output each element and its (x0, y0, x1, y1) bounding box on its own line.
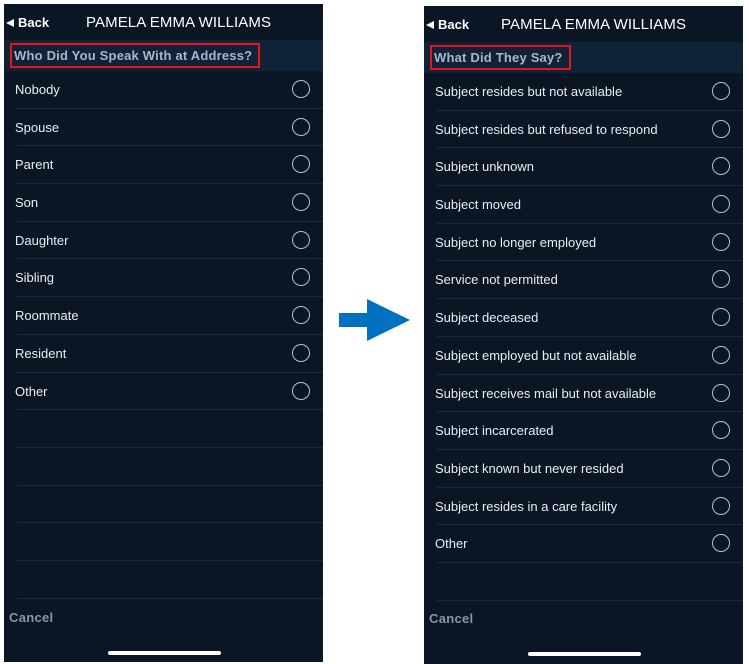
option-row[interactable]: Subject resides but refused to respond (424, 111, 743, 149)
option-row[interactable]: Subject incarcerated (424, 412, 743, 450)
page-title: PAMELA EMMA WILLIAMS (86, 14, 272, 31)
radio-button[interactable] (712, 270, 730, 289)
option-label: Subject deceased (435, 310, 539, 326)
option-row[interactable]: Nobody (4, 71, 323, 109)
options-list: Subject resides but not available Subject… (424, 73, 743, 601)
option-label: Subject receives mail but not available (435, 385, 657, 401)
option-label: Nobody (15, 82, 60, 97)
radio-button[interactable] (292, 155, 310, 174)
radio-button[interactable] (712, 458, 730, 477)
option-row[interactable]: Subject moved (424, 186, 743, 224)
option-row[interactable]: Subject no longer employed (424, 224, 743, 262)
radio-button[interactable] (712, 157, 730, 176)
radio-button[interactable] (712, 383, 730, 402)
radio-button[interactable] (292, 230, 310, 249)
option-label: Son (15, 195, 39, 211)
back-label: Back (438, 17, 470, 32)
empty-row (4, 561, 323, 599)
option-label: Daughter (15, 232, 69, 248)
option-row[interactable]: Resident (4, 335, 323, 373)
option-label: Subject moved (435, 197, 521, 213)
arrow-shape (339, 299, 410, 341)
option-row[interactable]: Subject unknown (424, 148, 743, 186)
home-indicator[interactable] (528, 652, 641, 656)
radio-button[interactable] (712, 534, 730, 553)
page-title: PAMELA EMMA WILLIAMS (501, 16, 687, 33)
option-label: Subject no longer employed (435, 234, 597, 250)
option-row[interactable]: Subject employed but not available (424, 337, 743, 375)
option-row[interactable]: Roommate (4, 297, 323, 335)
radio-button[interactable] (292, 306, 310, 325)
option-label: Parent (15, 157, 54, 173)
options-list: Nobody Spouse Parent Son Daughter Sibling Room… (4, 71, 323, 599)
back-label: Back (18, 15, 50, 30)
empty-row (4, 448, 323, 486)
option-row[interactable]: Other (424, 525, 743, 563)
option-row[interactable]: Sibling (4, 259, 323, 297)
radio-button[interactable] (712, 119, 730, 138)
empty-row (4, 486, 323, 524)
radio-button[interactable] (292, 381, 310, 400)
nav-bar: Back PAMELA EMMA WILLIAMS (4, 4, 323, 40)
radio-button[interactable] (712, 232, 730, 251)
option-label: Other (15, 383, 48, 399)
option-row[interactable]: Subject resides but not available (424, 73, 743, 111)
option-label: Sibling (15, 270, 55, 286)
back-arrow-icon (426, 20, 434, 29)
option-label: Subject incarcerated (435, 423, 554, 439)
section-title: What Did They Say? (430, 45, 571, 70)
radio-button[interactable] (712, 308, 730, 327)
option-row[interactable]: Subject receives mail but not available (424, 375, 743, 413)
back-button[interactable]: Back (426, 17, 469, 32)
empty-row (4, 523, 323, 561)
option-row[interactable]: Subject deceased (424, 299, 743, 337)
option-label: Spouse (15, 119, 60, 135)
screen-what-said: Back PAMELA EMMA WILLIAMS What Did They … (424, 6, 743, 664)
radio-button[interactable] (292, 117, 310, 136)
option-row[interactable]: Other (4, 373, 323, 411)
back-arrow-icon (6, 18, 14, 27)
section-header: Who Did You Speak With at Address? (4, 40, 323, 71)
screen-who-spoke: Back PAMELA EMMA WILLIAMS Who Did You Sp… (4, 4, 323, 662)
radio-button[interactable] (712, 421, 730, 440)
section-title: Who Did You Speak With at Address? (10, 43, 261, 68)
option-label: Service not permitted (435, 272, 558, 288)
option-row[interactable]: Subject known but never resided (424, 450, 743, 488)
cancel-button[interactable]: Cancel (9, 610, 53, 625)
radio-button[interactable] (712, 82, 730, 100)
section-header: What Did They Say? (424, 42, 743, 73)
empty-row (4, 410, 323, 448)
radio-button[interactable] (712, 345, 730, 364)
option-label: Subject known but never resided (435, 460, 624, 476)
radio-button[interactable] (712, 496, 730, 515)
radio-button[interactable] (712, 195, 730, 214)
radio-button[interactable] (292, 193, 310, 212)
nav-bar: Back PAMELA EMMA WILLIAMS (424, 6, 743, 42)
option-label: Roommate (15, 308, 79, 324)
right-arrow-icon (339, 299, 410, 341)
option-label: Subject unknown (435, 159, 535, 175)
option-label: Subject resides in a care facility (435, 498, 618, 514)
option-row[interactable]: Son (4, 184, 323, 222)
option-label: Resident (15, 345, 67, 361)
option-label: Other (435, 536, 468, 552)
option-label: Subject resides but not available (435, 84, 623, 99)
option-row[interactable]: Daughter (4, 222, 323, 260)
radio-button[interactable] (292, 268, 310, 287)
option-row[interactable]: Subject resides in a care facility (424, 488, 743, 526)
empty-row (424, 563, 743, 601)
option-label: Subject resides but refused to respond (435, 121, 658, 137)
option-row[interactable]: Spouse (4, 109, 323, 147)
option-row[interactable]: Service not permitted (424, 261, 743, 299)
home-indicator[interactable] (108, 651, 221, 655)
option-row[interactable]: Parent (4, 146, 323, 184)
radio-button[interactable] (292, 80, 310, 98)
radio-button[interactable] (292, 343, 310, 362)
option-label: Subject employed but not available (435, 347, 637, 363)
cancel-button[interactable]: Cancel (429, 611, 473, 626)
back-button[interactable]: Back (6, 15, 49, 30)
